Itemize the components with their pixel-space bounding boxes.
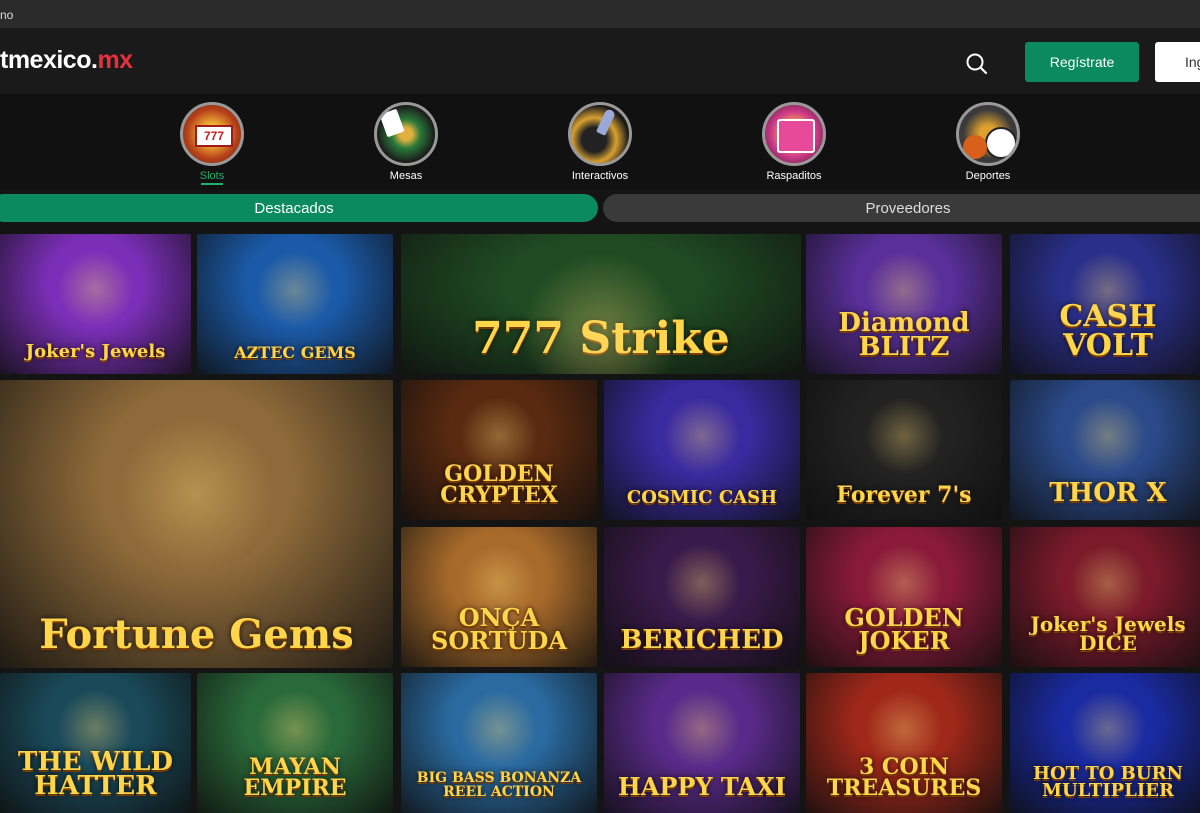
game-title: HAPPY TAXI <box>618 772 786 802</box>
game-artwork <box>864 396 944 476</box>
game-artwork <box>521 250 681 374</box>
game-tile[interactable]: HOT TO BURN MULTIPLIER <box>1010 673 1200 813</box>
game-title: HOT TO BURN MULTIPLIER <box>1032 762 1183 801</box>
game-tile[interactable]: BIG BASS BONANZA REEL ACTION <box>401 673 597 813</box>
site-header: tmexico.mx Regístrate Ing <box>0 28 1200 94</box>
game-tile[interactable]: MAYAN EMPIRE <box>197 673 393 813</box>
game-artwork <box>117 414 276 572</box>
site-logo[interactable]: tmexico.mx <box>0 46 133 75</box>
game-tile[interactable]: CASH VOLT <box>1010 234 1200 374</box>
game-artwork <box>57 689 134 767</box>
tab-destacados[interactable]: Destacados <box>0 194 598 222</box>
category-mesas[interactable]: Mesas <box>361 102 451 182</box>
game-artwork <box>662 689 742 769</box>
game-tile[interactable]: AZTEC GEMS <box>197 234 393 374</box>
game-tile[interactable]: COSMIC CASH <box>604 380 800 520</box>
game-title: AZTEC GEMS <box>234 342 356 362</box>
game-tile[interactable]: BERICHED <box>604 527 800 667</box>
search-icon[interactable] <box>963 50 991 78</box>
game-artwork <box>864 689 944 769</box>
logo-name: mexico <box>7 46 92 74</box>
game-artwork <box>662 396 742 476</box>
game-tile[interactable]: 3 COIN TREASURES <box>806 673 1002 813</box>
game-tile[interactable]: Joker's Jewels DICE <box>1010 527 1200 667</box>
browser-tab-strip: no <box>0 0 1200 28</box>
game-artwork <box>57 250 134 328</box>
category-interactivos[interactable]: Interactivos <box>555 102 645 182</box>
game-tile[interactable]: Joker's Jewels <box>0 234 191 374</box>
category-label: Mesas <box>389 170 423 182</box>
tab-title-fragment: no <box>0 8 14 22</box>
category-label: Deportes <box>965 170 1011 182</box>
category-deportes[interactable]: Deportes <box>943 102 1033 182</box>
game-title: COSMIC CASH <box>626 486 778 508</box>
category-raspaditos[interactable]: Raspaditos <box>749 102 839 182</box>
slot-machine-icon: 777 <box>180 102 244 166</box>
game-artwork <box>459 396 539 476</box>
tab-proveedores[interactable]: Proveedores <box>603 194 1200 222</box>
game-tile[interactable]: GOLDEN CRYPTEX <box>401 380 597 520</box>
tab-bar: Destacados Proveedores <box>0 194 1200 222</box>
logo-tld: mx <box>97 46 133 74</box>
game-title: THOR X <box>1049 478 1167 509</box>
game-tile[interactable]: Fortune Gems <box>0 380 393 668</box>
game-tile[interactable]: 777 Strike <box>401 234 801 374</box>
game-tile[interactable]: HAPPY TAXI <box>604 673 800 813</box>
game-artwork <box>1068 396 1148 476</box>
game-tile[interactable]: ONÇA SORTUDA <box>401 527 597 667</box>
game-title: Forever 7's <box>836 482 972 509</box>
category-label: Slots <box>199 170 225 182</box>
logo-prefix: t <box>0 46 8 74</box>
category-nav: 777 Slots Mesas Interactivos Raspaditos … <box>0 94 1200 190</box>
game-artwork <box>1068 250 1148 330</box>
category-label: Raspaditos <box>766 170 822 182</box>
game-artwork <box>864 543 944 623</box>
game-artwork <box>255 689 335 769</box>
game-artwork <box>459 689 539 769</box>
game-tile[interactable]: Forever 7's <box>806 380 1002 520</box>
game-title: Fortune Gems <box>39 611 354 658</box>
rocket-bomb-icon <box>568 102 632 166</box>
game-artwork <box>864 250 944 330</box>
game-artwork <box>255 250 335 330</box>
game-tile[interactable]: Diamond BLITZ <box>806 234 1002 374</box>
game-artwork <box>459 543 539 623</box>
game-artwork <box>662 543 742 623</box>
game-tile[interactable]: THOR X <box>1010 380 1200 520</box>
game-tile[interactable]: THE WILD HATTER <box>0 673 191 813</box>
game-artwork <box>1068 689 1148 769</box>
active-underline <box>201 183 223 185</box>
login-button[interactable]: Ing <box>1155 42 1200 82</box>
category-label: Interactivos <box>571 170 629 182</box>
sports-balls-icon <box>956 102 1020 166</box>
game-tile[interactable]: GOLDEN JOKER <box>806 527 1002 667</box>
scratch-card-icon <box>762 102 826 166</box>
register-button[interactable]: Regístrate <box>1025 42 1139 82</box>
game-title: Joker's Jewels <box>25 340 166 362</box>
game-title: BERICHED <box>620 625 784 656</box>
category-slots[interactable]: 777 Slots <box>167 102 257 185</box>
game-artwork <box>1068 543 1148 623</box>
roulette-cards-icon <box>374 102 438 166</box>
game-title: BIG BASS BONANZA REEL ACTION <box>416 770 582 800</box>
